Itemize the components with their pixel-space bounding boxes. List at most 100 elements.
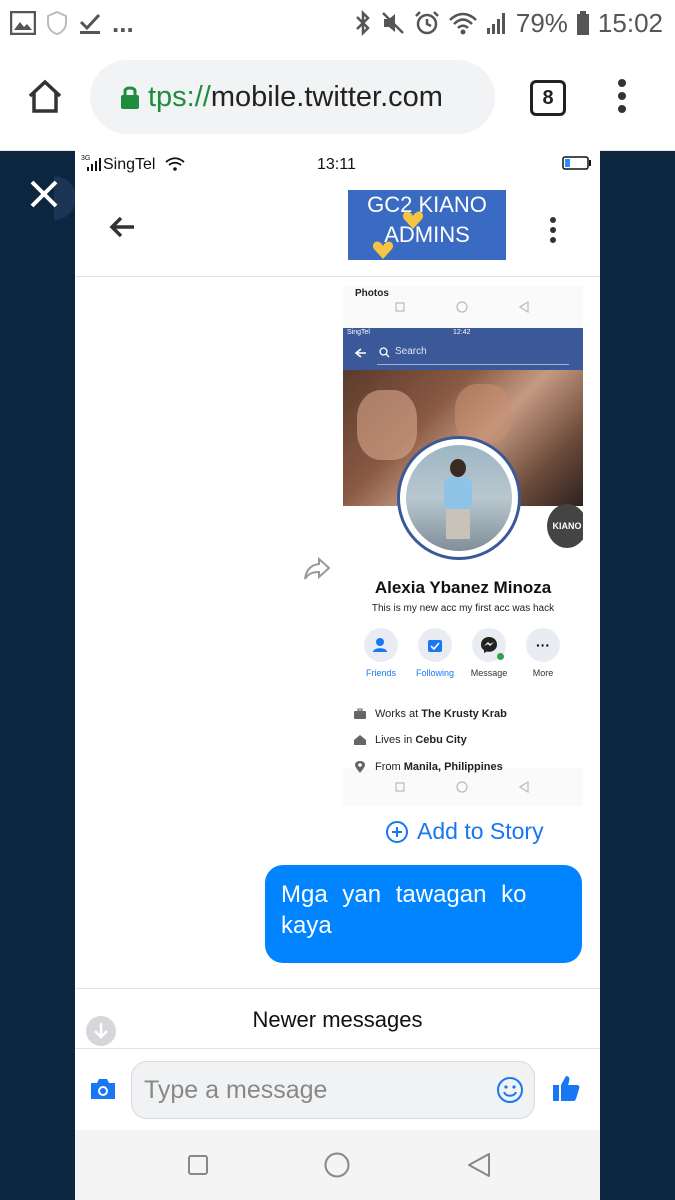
more-dots-icon: ··· xyxy=(526,628,560,662)
messenger-icon xyxy=(472,628,506,662)
avatar-head xyxy=(450,459,466,477)
url-host: mobile.twitter.com xyxy=(210,80,443,113)
phone-nav-bar xyxy=(75,1130,600,1200)
chat-options-icon[interactable] xyxy=(547,216,559,244)
battery-percent: 79% xyxy=(515,7,568,38)
message-composer: Type a message xyxy=(75,1048,600,1131)
kiano-badge: KIANO xyxy=(547,504,583,548)
gallery-notification-icon xyxy=(10,11,36,35)
home-circle-icon[interactable] xyxy=(324,1152,350,1178)
back-triangle-icon[interactable] xyxy=(467,1152,491,1178)
from-value: Manila, Philippines xyxy=(403,761,503,773)
profile-avatar xyxy=(397,436,521,560)
fb-search-placeholder: Search xyxy=(395,346,427,357)
lock-icon xyxy=(121,86,139,109)
more-notifications-icon: ... xyxy=(112,7,134,38)
url-scheme: tps:// xyxy=(148,80,211,113)
house-icon xyxy=(354,735,366,745)
circle-icon xyxy=(456,301,468,313)
add-to-story-label: Add to Story xyxy=(417,818,544,844)
shared-photo[interactable]: Photos SingTel 12:42 Search KIANO Alexia… xyxy=(343,286,583,806)
url-text: tps://mobile.twitter.com xyxy=(148,81,443,114)
avatar-shirt xyxy=(444,477,472,511)
notification-icons: ... xyxy=(10,8,134,38)
signal-icon xyxy=(486,13,505,34)
fb-carrier: SingTel xyxy=(347,329,370,336)
from-label: From xyxy=(375,761,401,773)
plus-circle-icon xyxy=(386,820,408,843)
group-name[interactable]: GC2 KIANO ADMINS xyxy=(348,190,506,260)
alarm-icon xyxy=(414,11,439,35)
inner-nav-top xyxy=(343,296,583,320)
emoji-icon[interactable] xyxy=(496,1076,524,1104)
badge-text: KIANO xyxy=(552,521,582,531)
home-icon[interactable] xyxy=(26,78,64,114)
friends-label: Friends xyxy=(365,668,396,678)
facebook-profile-screenshot: SingTel 12:42 Search KIANO Alexia Ybanez… xyxy=(343,328,583,773)
more-action: ··· More xyxy=(513,628,573,678)
tab-switcher-button[interactable]: 8 xyxy=(530,80,566,116)
phone-wifi-icon xyxy=(165,157,185,171)
like-thumb-icon[interactable] xyxy=(551,1073,581,1103)
more-label: More xyxy=(532,668,554,678)
phone-battery-icon xyxy=(562,156,591,170)
cover-face xyxy=(357,390,417,460)
group-name-line1: GC2 KIANO xyxy=(367,192,487,217)
recent-apps-icon[interactable] xyxy=(187,1154,209,1176)
lives-label: Lives in xyxy=(375,734,413,746)
triangle-icon xyxy=(519,781,529,793)
avatar-photo xyxy=(406,445,512,551)
address-bar[interactable]: tps://mobile.twitter.com xyxy=(90,60,495,134)
newer-messages-label: Newer messages xyxy=(252,1007,423,1032)
phone-status-bar: 3G SingTel 13:11 xyxy=(75,150,600,180)
android-status-bar: ... 79% 15:02 xyxy=(0,0,675,46)
triangle-icon xyxy=(519,301,529,313)
from-row: From Manila, Philippines xyxy=(353,760,503,774)
shared-screenshot: 3G SingTel 13:11 GC2 KIANO ADMINS Photos xyxy=(75,150,600,1200)
lives-value: Cebu City xyxy=(415,734,467,746)
works-label: Works at xyxy=(375,708,419,720)
works-value: The Krusty Krab xyxy=(421,708,507,720)
profile-name: Alexia Ybanez Minoza xyxy=(374,578,552,597)
square-icon xyxy=(395,302,405,312)
following-icon xyxy=(418,628,452,662)
browser-toolbar: tps://mobile.twitter.com 8 xyxy=(0,46,675,151)
friends-action: Friends xyxy=(351,628,411,678)
message-label: Message xyxy=(470,668,508,678)
clock: 15:02 xyxy=(597,7,663,38)
message-input[interactable]: Type a message xyxy=(131,1061,535,1119)
message-action: Message xyxy=(459,628,519,678)
yellow-heart-icon xyxy=(372,241,394,259)
close-icon[interactable] xyxy=(22,172,66,216)
shield-notification-icon xyxy=(47,10,67,36)
bluetooth-icon xyxy=(355,10,370,36)
message-text: Mga yan tawagan ko kaya xyxy=(281,881,527,939)
fb-search-box: Search xyxy=(377,344,569,365)
friends-icon xyxy=(364,628,398,662)
works-row: Works at The Krusty Krab xyxy=(353,708,507,720)
circle-icon xyxy=(456,781,468,793)
newer-messages-bar[interactable]: Newer messages xyxy=(75,988,600,1049)
phone-clock: 13:11 xyxy=(317,156,356,173)
camera-icon[interactable] xyxy=(89,1077,117,1101)
download-done-icon xyxy=(79,13,101,34)
inner-nav-bottom xyxy=(343,776,583,800)
wifi-icon xyxy=(448,12,477,35)
sent-message-bubble[interactable]: Mga yan tawagan ko kaya xyxy=(265,865,582,963)
battery-icon xyxy=(576,11,589,35)
carrier-name: SingTel xyxy=(103,156,156,173)
overflow-menu-icon[interactable] xyxy=(612,78,632,114)
location-pin-icon xyxy=(355,761,365,773)
forward-icon[interactable] xyxy=(303,556,331,582)
add-to-story-button[interactable]: Add to Story xyxy=(385,818,544,845)
cover-face xyxy=(455,384,511,444)
following-action: Following xyxy=(405,628,465,678)
tab-count: 8 xyxy=(542,86,554,109)
lives-row: Lives in Cebu City xyxy=(353,734,467,746)
phone-signal-icon xyxy=(87,158,101,171)
fb-back-icon xyxy=(355,348,366,358)
following-label: Following xyxy=(415,668,455,678)
yellow-heart-icon xyxy=(402,211,424,229)
system-indicators: 79% 15:02 xyxy=(354,6,663,40)
back-arrow-icon[interactable] xyxy=(109,216,135,238)
